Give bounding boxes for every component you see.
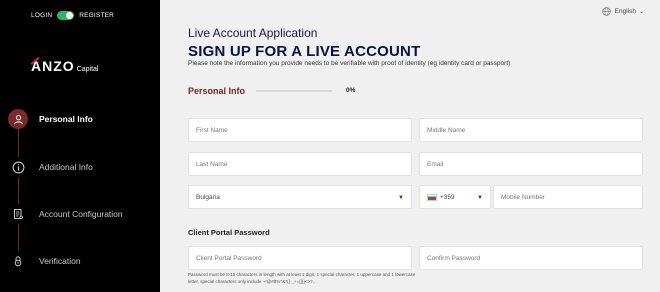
page-subtitle: Live Account Application bbox=[188, 26, 318, 40]
mobile-number-input[interactable]: Mobile Number bbox=[493, 185, 643, 209]
step-label: Verification bbox=[39, 256, 81, 266]
section-title: Personal Info bbox=[188, 86, 246, 96]
language-selector[interactable]: English ⌄ bbox=[601, 7, 644, 16]
step-personal-info[interactable]: Personal Info bbox=[8, 109, 93, 129]
step-verification[interactable]: Verification bbox=[8, 251, 81, 271]
register-label[interactable]: REGISTER bbox=[79, 12, 114, 19]
switch-knob bbox=[66, 12, 74, 19]
first-name-input[interactable]: First Name bbox=[188, 118, 412, 142]
language-label: English bbox=[614, 8, 636, 15]
step-label: Personal Info bbox=[39, 114, 93, 124]
step-label: Additional Info bbox=[39, 162, 93, 172]
user-icon bbox=[8, 109, 28, 129]
page-title: SIGN UP FOR A LIVE ACCOUNT bbox=[188, 43, 421, 60]
middle-name-placeholder: Middle Name bbox=[427, 126, 466, 134]
login-register-toggle: LOGIN REGISTER bbox=[31, 11, 114, 20]
password-hint: Password must be 8-15 characters in leng… bbox=[188, 272, 416, 284]
logo-brand: NZO bbox=[42, 58, 75, 74]
middle-name-input[interactable]: Middle Name bbox=[419, 118, 643, 142]
logo: A NZO Capital bbox=[30, 57, 99, 76]
password-placeholder: Client Portal Password bbox=[196, 254, 262, 262]
country-value: Bulgaria bbox=[196, 193, 220, 201]
phone-code-value: +359 bbox=[440, 193, 455, 201]
progress-bar bbox=[256, 90, 332, 92]
country-select[interactable]: Bulgaria ▼ bbox=[188, 185, 412, 209]
dropdown-arrow-icon: ▼ bbox=[477, 195, 483, 201]
last-name-placeholder: Last Name bbox=[196, 160, 228, 168]
step-account-configuration[interactable]: Account Configuration bbox=[8, 204, 123, 224]
globe-icon bbox=[601, 7, 611, 16]
lock-icon bbox=[8, 251, 28, 271]
last-name-input[interactable]: Last Name bbox=[188, 152, 412, 176]
info-icon bbox=[8, 157, 28, 177]
mobile-placeholder: Mobile Number bbox=[501, 193, 546, 201]
first-name-placeholder: First Name bbox=[196, 126, 228, 134]
phone-code-select[interactable]: +359 ▼ bbox=[419, 185, 491, 209]
identity-note: Please note the information you provide … bbox=[188, 60, 511, 67]
document-icon bbox=[8, 204, 28, 224]
email-input[interactable]: Email bbox=[419, 152, 643, 176]
chevron-down-icon: ⌄ bbox=[638, 9, 644, 15]
password-section-title: Client Portal Password bbox=[188, 228, 270, 237]
steps-connector bbox=[18, 118, 19, 268]
step-additional-info[interactable]: Additional Info bbox=[8, 157, 93, 177]
phone-code: +359 bbox=[427, 193, 455, 201]
logo-suffix: Capital bbox=[76, 66, 99, 73]
confirm-password-input[interactable]: Confirm Password bbox=[419, 246, 643, 270]
progress-text: 0% bbox=[346, 87, 356, 94]
login-label[interactable]: LOGIN bbox=[31, 12, 52, 19]
logo-mark: A bbox=[30, 57, 42, 76]
dropdown-arrow-icon: ▼ bbox=[398, 195, 404, 201]
email-placeholder: Email bbox=[427, 160, 444, 168]
confirm-password-placeholder: Confirm Password bbox=[427, 254, 481, 262]
bulgaria-flag-icon bbox=[427, 193, 437, 201]
password-input[interactable]: Client Portal Password bbox=[188, 246, 412, 270]
auth-switch[interactable] bbox=[57, 11, 75, 20]
step-label: Account Configuration bbox=[39, 209, 123, 219]
main-content: English ⌄ Live Account Application SIGN … bbox=[160, 0, 660, 292]
sidebar: LOGIN REGISTER A NZO Capital Personal In… bbox=[0, 0, 160, 292]
